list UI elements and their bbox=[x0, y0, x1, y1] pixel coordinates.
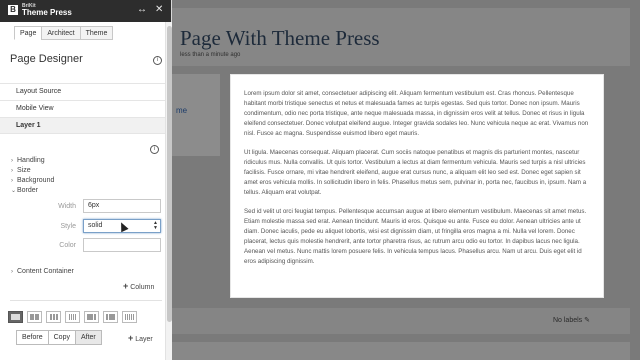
sidebar-card: me bbox=[172, 74, 220, 156]
divider bbox=[10, 300, 162, 301]
nav-label: Layout Source bbox=[16, 88, 62, 95]
info-icon[interactable]: i bbox=[153, 56, 162, 65]
post-body: Lorem ipsum dolor sit amet, consectetuer… bbox=[230, 74, 604, 298]
select-arrows-icon: ▲ ▼ bbox=[153, 220, 158, 231]
tab-page[interactable]: Page bbox=[14, 26, 43, 40]
pencil-icon: ✎ bbox=[584, 317, 590, 324]
panel-title: Page Designer bbox=[10, 53, 83, 65]
panel-topbar: B BriKit Theme Press ↔ ✕ bbox=[0, 0, 171, 22]
post-footer: No labels ✎ bbox=[172, 308, 630, 334]
width-label: Width bbox=[58, 203, 76, 210]
labels-text: No labels bbox=[552, 317, 583, 324]
post-header: Page With Theme Press less than a minute… bbox=[172, 8, 630, 66]
before-button[interactable]: Before bbox=[16, 330, 49, 345]
b-logo-icon: B bbox=[8, 5, 18, 15]
tree-size[interactable]: › Size bbox=[11, 167, 31, 174]
tab-architect[interactable]: Architect bbox=[41, 26, 81, 40]
paragraph: Ut ligula. Maecenas consequat. Aliquam p… bbox=[244, 149, 587, 196]
post-title[interactable]: Page With Theme Press bbox=[180, 26, 380, 51]
panel-tabs: Page Architect Theme bbox=[14, 26, 114, 40]
expand-arrows-icon[interactable]: ↔ bbox=[137, 4, 147, 15]
border-color-input[interactable] bbox=[83, 238, 161, 252]
nav-layout-source[interactable]: Layout Source bbox=[0, 83, 165, 100]
close-icon[interactable]: ✕ bbox=[155, 4, 163, 15]
column-layout-picker bbox=[8, 311, 137, 323]
layout-1-col[interactable] bbox=[8, 311, 23, 323]
add-layer-button[interactable]: + Layer bbox=[128, 333, 153, 343]
color-label: Color bbox=[59, 242, 76, 249]
labels-link[interactable]: No labels ✎ bbox=[553, 316, 590, 324]
tree-label: Size bbox=[17, 167, 31, 174]
layout-4-col[interactable] bbox=[65, 311, 80, 323]
tree-border[interactable]: ⌄Border bbox=[11, 187, 38, 194]
comments-strip bbox=[172, 342, 630, 360]
nav-label: Mobile View bbox=[16, 105, 54, 112]
tree-label: Content Container bbox=[17, 268, 74, 275]
brand-title: Theme Press bbox=[22, 8, 72, 17]
sidebar-link[interactable]: me bbox=[176, 106, 187, 115]
panel-scrollbar[interactable] bbox=[165, 22, 172, 360]
layout-5-col[interactable] bbox=[122, 311, 137, 323]
copy-button[interactable]: Copy bbox=[47, 330, 76, 345]
plus-icon: + bbox=[123, 281, 129, 291]
layout-2-col[interactable] bbox=[27, 311, 42, 323]
layout-3-col[interactable] bbox=[46, 311, 61, 323]
scrollbar-thumb[interactable] bbox=[167, 26, 172, 322]
paragraph: Sed id velit ut orci feugiat tempus. Pel… bbox=[244, 208, 587, 265]
style-label: Style bbox=[60, 223, 76, 230]
info-icon[interactable]: i bbox=[150, 145, 159, 154]
add-layer-label: Layer bbox=[135, 336, 153, 343]
tab-theme[interactable]: Theme bbox=[79, 26, 114, 40]
tree-background[interactable]: › Background bbox=[11, 177, 54, 184]
layout-narrow-wide[interactable] bbox=[103, 311, 118, 323]
add-column-label: Column bbox=[130, 284, 155, 291]
add-column-button[interactable]: + Column bbox=[123, 281, 154, 291]
position-buttons: Before Copy After bbox=[16, 330, 102, 345]
tree-label: Handling bbox=[17, 157, 45, 164]
nav-layer-1[interactable]: Layer 1 bbox=[0, 117, 165, 134]
tree-label: Border bbox=[17, 187, 39, 194]
nav-mobile-view[interactable]: Mobile View bbox=[0, 100, 165, 117]
paragraph: Lorem ipsum dolor sit amet, consectetuer… bbox=[244, 90, 589, 137]
after-button[interactable]: After bbox=[74, 330, 102, 345]
post-meta: less than a minute ago bbox=[180, 52, 241, 58]
tree-label: Background bbox=[17, 177, 55, 184]
nav-label: Layer 1 bbox=[16, 122, 41, 129]
layout-wide-narrow[interactable] bbox=[84, 311, 99, 323]
border-width-input[interactable]: 6px bbox=[83, 199, 161, 213]
page-designer-panel: B BriKit Theme Press ↔ ✕ Page Architect … bbox=[0, 0, 172, 360]
select-value: solid bbox=[88, 222, 103, 229]
plus-icon: + bbox=[128, 333, 134, 343]
tree-handling[interactable]: › Handling bbox=[11, 157, 45, 164]
tree-content-container[interactable]: › Content Container bbox=[11, 268, 74, 275]
